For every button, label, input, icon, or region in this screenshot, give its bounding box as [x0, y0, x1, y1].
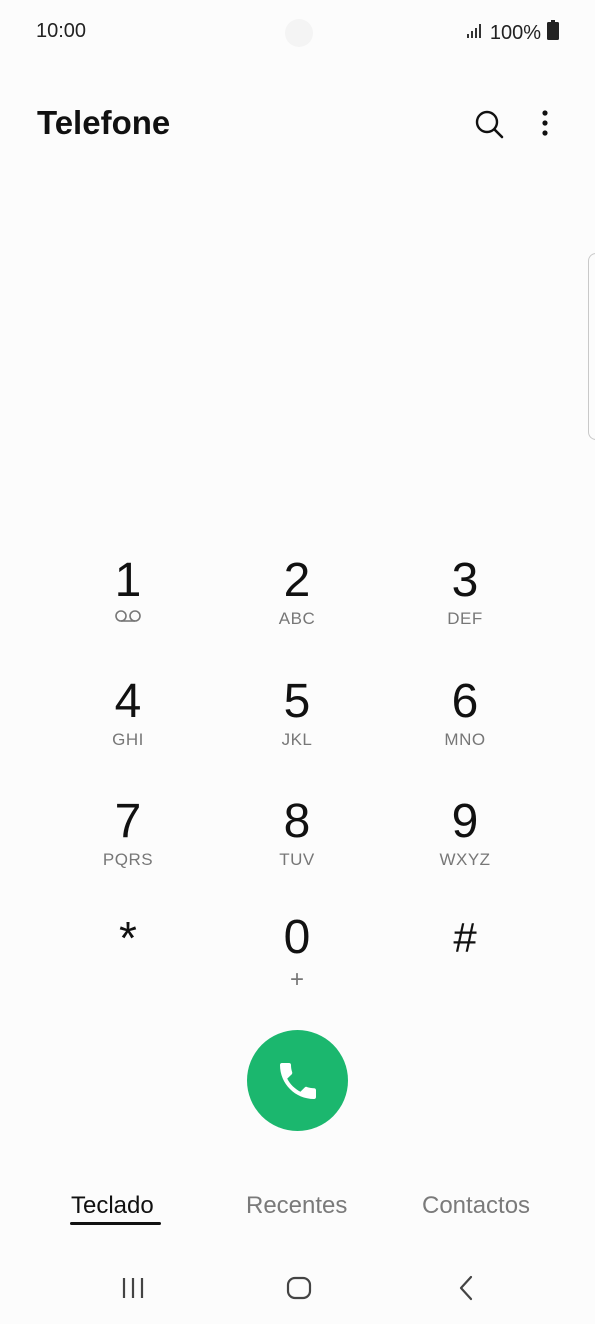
recent-apps-icon: [122, 1278, 144, 1298]
key-digit: 1: [114, 554, 142, 607]
recent-apps-button[interactable]: [113, 1270, 153, 1306]
key-2[interactable]: 2 ABC: [222, 557, 372, 667]
back-button[interactable]: [446, 1270, 486, 1306]
edge-panel-handle[interactable]: [588, 253, 595, 440]
status-time: 10:00: [36, 20, 87, 42]
key-digit: 4: [114, 675, 142, 728]
active-tab-indicator: [70, 1222, 161, 1225]
signal-icon: [466, 22, 484, 45]
key-digit: 9: [451, 795, 479, 848]
key-5[interactable]: 5 JKL: [222, 678, 372, 788]
key-letters: GHI: [112, 730, 144, 749]
tab-recentes[interactable]: Recentes: [246, 1192, 347, 1220]
key-8[interactable]: 8 TUV: [222, 798, 372, 908]
tab-contactos[interactable]: Contactos: [422, 1192, 530, 1220]
key-0[interactable]: 0 +: [222, 914, 372, 1024]
voicemail-icon: [115, 610, 141, 622]
key-7[interactable]: 7 PQRS: [53, 798, 203, 908]
page-title: Telefone: [37, 104, 171, 141]
phone-icon: [279, 1062, 316, 1099]
key-letters: MNO: [444, 730, 486, 749]
battery-percentage: 100%: [489, 21, 541, 44]
key-digit: 8: [283, 795, 311, 848]
key-digit: #: [453, 914, 477, 961]
home-icon: [286, 1276, 312, 1300]
camera-cutout: [285, 19, 313, 47]
key-digit: 5: [283, 675, 311, 728]
back-icon: [459, 1275, 473, 1301]
key-letters: DEF: [447, 609, 483, 628]
key-digit: *: [119, 912, 137, 964]
search-button[interactable]: [471, 106, 507, 142]
more-options-icon: [542, 110, 548, 136]
key-letters: WXYZ: [439, 850, 491, 869]
key-letters: +: [289, 966, 304, 993]
key-digit: 6: [451, 675, 479, 728]
key-digit: 3: [451, 554, 479, 607]
key-letters: JKL: [281, 730, 313, 749]
key-letters: ABC: [278, 609, 316, 628]
call-button[interactable]: [247, 1030, 348, 1131]
key-3[interactable]: 3 DEF: [390, 557, 540, 667]
more-options-button[interactable]: [532, 106, 558, 142]
key-letters: PQRS: [102, 850, 154, 869]
key-star[interactable]: *: [53, 914, 203, 1024]
key-digit: 0: [283, 911, 311, 964]
key-6[interactable]: 6 MNO: [390, 678, 540, 788]
home-button[interactable]: [279, 1270, 319, 1306]
battery-icon: [547, 20, 559, 46]
key-hash[interactable]: #: [390, 914, 540, 1024]
key-digit: 2: [283, 554, 311, 607]
key-4[interactable]: 4 GHI: [53, 678, 203, 788]
key-9[interactable]: 9 WXYZ: [390, 798, 540, 908]
status-indicators: 100%: [466, 20, 559, 46]
key-digit: 7: [114, 795, 142, 848]
tab-teclado[interactable]: Teclado: [71, 1192, 154, 1220]
key-letters: TUV: [279, 850, 315, 869]
key-1[interactable]: 1: [53, 557, 203, 667]
search-icon: [475, 110, 504, 139]
